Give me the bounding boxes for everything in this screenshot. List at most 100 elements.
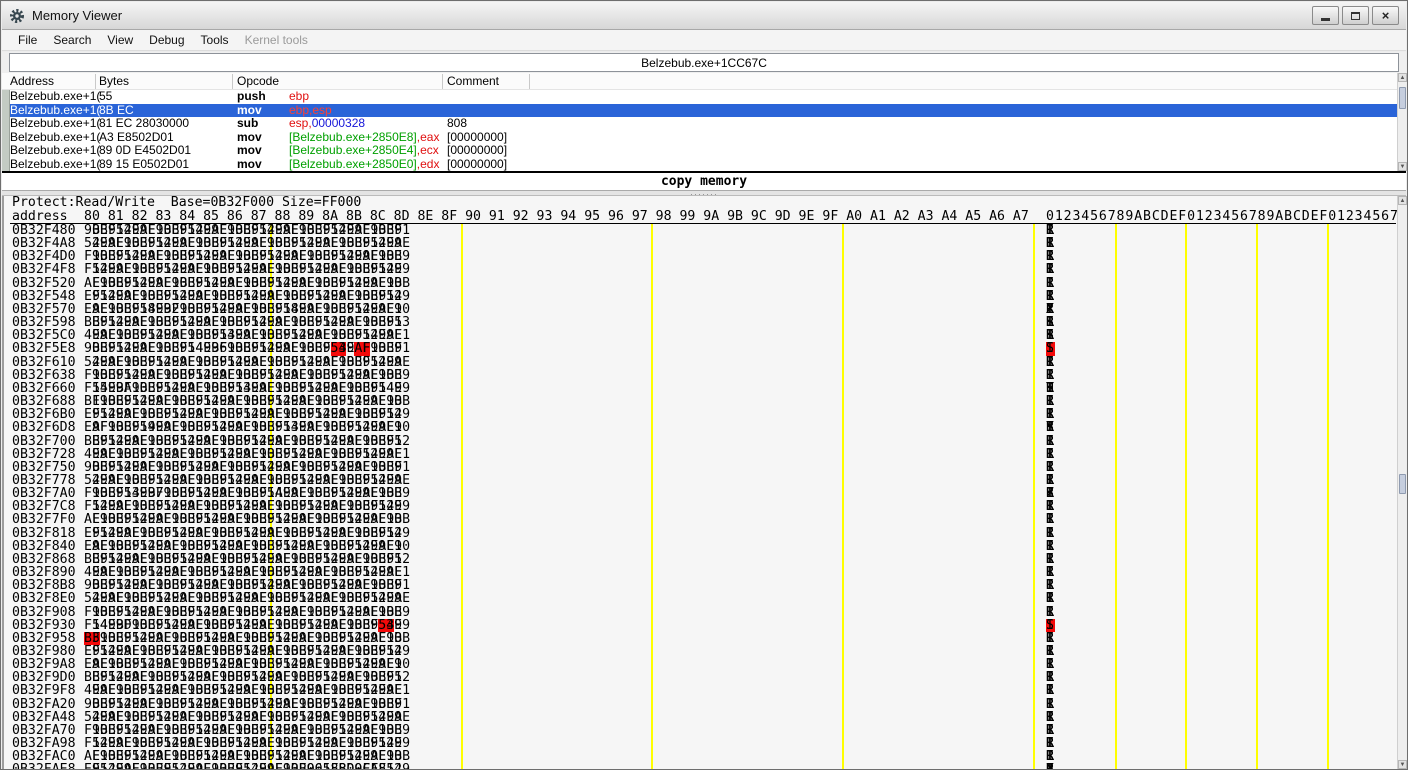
menu-item-debug[interactable]: Debug [141,30,192,50]
hex-byte[interactable]: F1 [394,684,410,697]
menu-item-file[interactable]: File [10,30,45,50]
disassembly-row[interactable]: Belzebub.exe+1(A3 E8502D01mov[Belzebub.e… [2,131,1397,145]
minimize-button[interactable] [1312,6,1339,25]
hex-byte[interactable]: AE [394,356,410,369]
hex-byte[interactable]: F1 [394,461,410,474]
ascii-char[interactable] [1046,277,1055,290]
hex-byte[interactable]: 90 [394,540,410,553]
ascii-char[interactable] [1046,513,1055,526]
hex-byte[interactable]: 49 [394,763,410,769]
column-header-opcode[interactable]: Opcode [237,74,279,88]
ascii-char[interactable] [1046,606,1055,619]
memory-row[interactable]: 0B32F700BB E9 F1 52 49 E9 AE F1 90 BB E9… [4,435,1406,448]
memory-row[interactable]: 0B32FA2090 BB E9 F1 52 49 E9 AE F1 90 BB… [4,698,1406,711]
ascii-char[interactable]: I [1046,763,1055,769]
hex-byte[interactable]: 49 [394,290,410,303]
row-address: 0B32F638 [12,369,76,382]
hex-byte[interactable]: F1 [394,448,410,461]
disassembly-gutter [2,117,10,131]
memory-row[interactable]: 0B32F818E9 F1 52 49 E9 AE F1 90 BB E9 F1… [4,527,1406,540]
row-address: 0B32F4F8 [12,263,76,276]
row-address: 0B32F610 [12,356,76,369]
memory-row[interactable]: 0B32FAE8E9 F1 52 49 E9 AE F1 90 BB E9 F1… [4,763,1406,769]
row-address: 0B32F7F0 [12,513,76,526]
hex-byte[interactable]: BB [394,513,410,526]
hex-byte[interactable]: 90 [394,421,410,434]
ascii-char[interactable] [1046,540,1055,553]
ascii-char[interactable] [1046,684,1055,697]
scroll-down-icon[interactable]: ▼ [1398,760,1407,769]
disassembler-scrollbar[interactable]: ▲ ▼ [1397,73,1406,171]
menu-item-tools[interactable]: Tools [193,30,237,50]
hex-byte[interactable]: F1 [394,698,410,711]
ascii-char[interactable]: R [1046,435,1055,448]
column-header-bytes[interactable]: Bytes [99,74,129,88]
disassembly-row[interactable]: Belzebub.exe+1(81 EC 28030000subesp,0000… [2,117,1397,131]
row-address: 0B32F728 [12,448,76,461]
ascii-char[interactable] [1046,356,1055,369]
memory-row[interactable]: 0B32F840E9 AE F1 90 BB E9 F1 52 49 E9 AE… [4,540,1406,553]
memory-row[interactable]: 0B32F8E052 49 E9 AE F1 90 BB E9 F1 52 49… [4,592,1406,605]
hex-byte[interactable]: E9 [394,606,410,619]
maximize-button[interactable] [1342,6,1369,25]
ascii-char[interactable] [1046,421,1055,434]
hex-byte[interactable]: F1 [394,342,410,355]
memory-row[interactable]: 0B32F548E9 F1 52 49 E9 AE F1 90 BB E9 F1… [4,290,1406,303]
column-header-comment[interactable]: Comment [447,74,499,88]
ascii-char[interactable] [1046,592,1055,605]
scrollbar-thumb[interactable] [1399,474,1406,494]
ascii-char[interactable]: I [1046,527,1055,540]
memory-row[interactable]: 0B32F638F1 90 BB E9 F1 52 49 E9 AE F1 90… [4,369,1406,382]
hex-byte[interactable]: E9 [394,263,410,276]
ascii-char[interactable]: I [1046,290,1055,303]
address-display[interactable]: Belzebub.exe+1CC67C [9,53,1399,72]
hex-byte[interactable]: 49 [394,527,410,540]
title-bar[interactable]: Memory Viewer × [2,2,1406,30]
disassembly-row[interactable]: Belzebub.exe+1(89 15 E0502D01mov[Belzebu… [2,158,1397,171]
row-address: 0B32F908 [12,606,76,619]
memory-row[interactable]: 0B32F9F849 E9 AE F1 90 BB E9 F1 52 49 E9… [4,684,1406,697]
hex-byte[interactable]: E9 [394,369,410,382]
row-address: 0B32F9F8 [12,684,76,697]
menu-item-view[interactable]: View [99,30,141,50]
ascii-char[interactable] [1046,369,1055,382]
memory-row[interactable]: 0B32F930F1 54 49 E9 BD F1 90 BB E9 F1 52… [4,619,1406,632]
memory-row[interactable]: 0B32F5E890 BB E9 F1 52 49 E9 AE F1 90 BB… [4,342,1406,355]
hex-byte[interactable]: 52 [394,435,410,448]
memory-row[interactable]: 0B32F61052 49 E9 AE F1 90 BB E9 F1 52 49… [4,356,1406,369]
scroll-up-icon[interactable]: ▲ [1398,196,1407,205]
ascii-char[interactable] [1046,711,1055,724]
column-header-address[interactable]: Address [10,74,54,88]
hex-byte[interactable]: BB [394,277,410,290]
memory-row[interactable]: 0B32F4F8F1 52 49 E9 AE F1 90 BB E9 F1 52… [4,263,1406,276]
ascii-char[interactable] [1046,698,1055,711]
ascii-char[interactable] [1046,619,1055,632]
memory-row[interactable]: 0B32F7F0AE F1 90 BB E9 F1 52 49 E9 AE F1… [4,513,1406,526]
header-underline [10,223,1396,224]
memory-row[interactable]: 0B32F6D8E9 AF F1 90 BB E9 F1 59 49 E9 AE… [4,421,1406,434]
scroll-down-icon[interactable]: ▼ [1398,162,1407,171]
ascii-char[interactable] [1046,461,1055,474]
hex-byte[interactable]: AE [394,711,410,724]
hex-byte[interactable]: AE [394,592,410,605]
memory-grid: 0B32F48090 BB E9 F1 52 49 E9 AE F1 90 BB… [4,224,1406,769]
memory-scrollbar[interactable]: ▲ ▼ [1397,196,1406,769]
memory-row[interactable]: 0B32F75090 BB E9 F1 52 49 E9 AE F1 90 BB… [4,461,1406,474]
disassembly-row[interactable]: Belzebub.exe+1(89 0D E4502D01mov[Belzebu… [2,144,1397,158]
memory-row[interactable]: 0B32F520AE F1 90 BB E9 F1 52 49 E9 AE F1… [4,277,1406,290]
memory-row[interactable]: 0B32FA4852 49 E9 AE F1 90 BB E9 F1 52 49… [4,711,1406,724]
scroll-up-icon[interactable]: ▲ [1398,73,1407,82]
disassembly-row[interactable]: Belzebub.exe+1(8B ECmovebp,esp [2,104,1397,118]
hex-byte[interactable]: E9 [394,619,410,632]
menu-item-search[interactable]: Search [45,30,99,50]
scrollbar-thumb[interactable] [1399,87,1406,109]
disassembly-row[interactable]: Belzebub.exe+1(55pushebp [2,90,1397,104]
ascii-char[interactable] [1046,342,1055,355]
ascii-char[interactable] [1046,263,1055,276]
memory-row[interactable]: 0B32F72849 E9 AE F1 90 BB E9 F1 52 49 E9… [4,448,1406,461]
copy-memory-bar[interactable]: copy memory [2,171,1406,190]
close-button[interactable]: × [1372,6,1399,25]
memory-row[interactable]: 0B32F908F1 90 BB E9 F1 52 49 E9 AE F1 90… [4,606,1406,619]
maximize-icon [1351,12,1360,20]
ascii-char[interactable] [1046,448,1055,461]
